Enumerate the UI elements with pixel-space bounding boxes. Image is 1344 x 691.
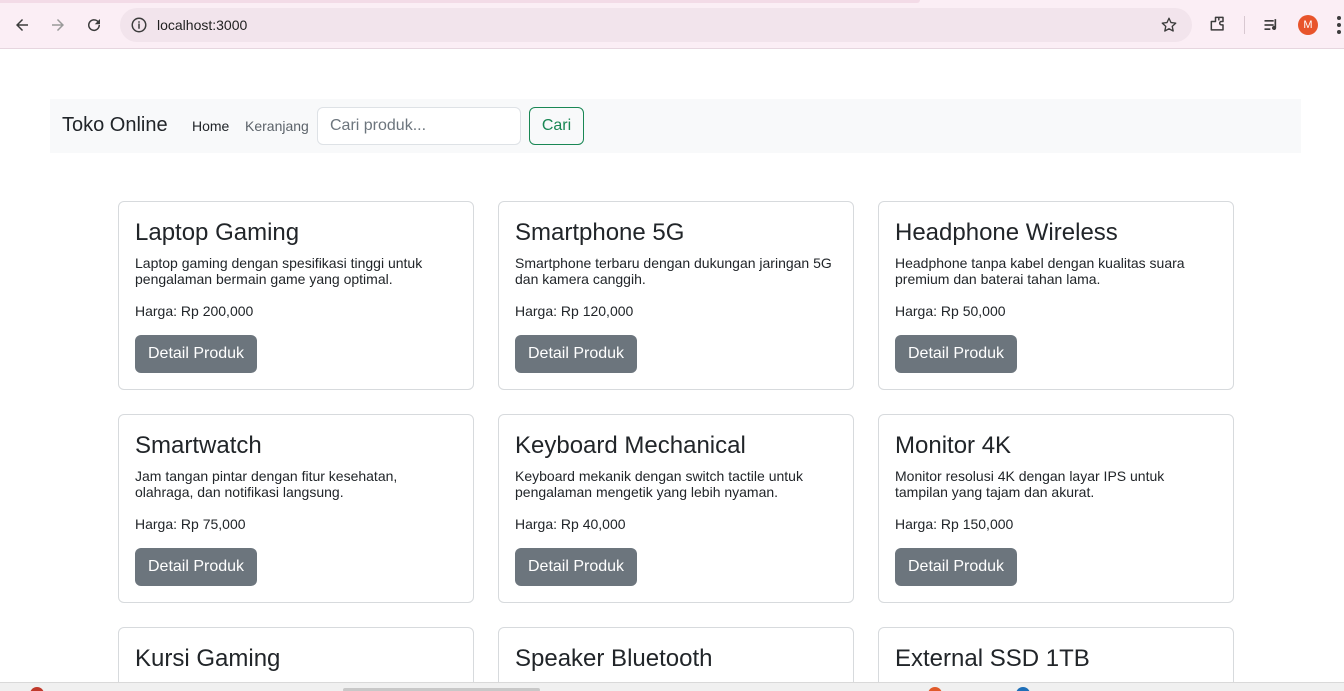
detail-product-button[interactable]: Detail Produk	[135, 548, 258, 586]
reload-icon[interactable]	[81, 12, 107, 38]
nav-link-cart[interactable]: Keranjang	[245, 118, 309, 134]
nav-link-home[interactable]: Home	[192, 118, 229, 134]
search-button[interactable]: Cari	[529, 107, 584, 145]
media-control-icon[interactable]	[1262, 15, 1282, 35]
detail-product-button[interactable]: Detail Produk	[135, 335, 258, 373]
product-card: Smartphone 5G Smartphone terbaru dengan …	[498, 201, 854, 390]
product-price: Harga: Rp 75,000	[135, 516, 246, 532]
detail-product-button[interactable]: Detail Produk	[895, 335, 1018, 373]
url-text[interactable]: localhost:3000	[157, 17, 247, 33]
product-title: Monitor 4K	[895, 432, 1012, 459]
extensions-icon[interactable]	[1208, 14, 1228, 34]
browser-toolbar: localhost:3000 M	[0, 0, 1344, 49]
taskbar-app-icon[interactable]	[30, 687, 44, 691]
brand-logo[interactable]: Toko Online	[62, 114, 168, 137]
product-title: Kursi Gaming	[135, 645, 281, 672]
product-title: Laptop Gaming	[135, 219, 300, 246]
forward-icon[interactable]	[45, 12, 71, 38]
search-input[interactable]	[317, 107, 521, 145]
product-card: Smartwatch Jam tangan pintar dengan fitu…	[118, 414, 474, 603]
detail-product-button[interactable]: Detail Produk	[515, 548, 638, 586]
product-title: Speaker Bluetooth	[515, 645, 713, 672]
product-description: Laptop gaming dengan spesifikasi tinggi …	[135, 255, 423, 287]
detail-product-button[interactable]: Detail Produk	[515, 335, 638, 373]
product-description: Keyboard mekanik dengan switch tactile u…	[515, 468, 803, 500]
product-card: Headphone Wireless Headphone tanpa kabel…	[878, 201, 1234, 390]
site-navbar: Toko Online Home Keranjang Cari	[50, 99, 1301, 153]
product-title: External SSD 1TB	[895, 645, 1090, 672]
detail-product-button[interactable]: Detail Produk	[895, 548, 1018, 586]
product-description: Jam tangan pintar dengan fitur kesehatan…	[135, 468, 398, 500]
tab-strip-edge	[0, 0, 920, 3]
product-card: Laptop Gaming Laptop gaming dengan spesi…	[118, 201, 474, 390]
product-title: Smartphone 5G	[515, 219, 685, 246]
os-taskbar	[0, 682, 1344, 691]
product-description: Headphone tanpa kabel dengan kualitas su…	[895, 255, 1185, 287]
address-bar[interactable]: localhost:3000	[120, 8, 1192, 42]
product-title: Headphone Wireless	[895, 219, 1118, 246]
back-icon[interactable]	[9, 12, 35, 38]
product-description: Smartphone terbaru dengan dukungan jarin…	[515, 255, 832, 287]
product-title: Smartwatch	[135, 432, 262, 459]
bookmark-star-icon[interactable]	[1160, 16, 1178, 34]
product-price: Harga: Rp 40,000	[515, 516, 626, 532]
toolbar-divider	[1244, 16, 1245, 34]
product-price: Harga: Rp 50,000	[895, 303, 1006, 319]
product-description: Monitor resolusi 4K dengan layar IPS unt…	[895, 468, 1165, 500]
product-price: Harga: Rp 120,000	[515, 303, 634, 319]
taskbar-app-icon[interactable]	[928, 687, 942, 691]
product-price: Harga: Rp 200,000	[135, 303, 254, 319]
browser-menu-icon[interactable]	[1334, 14, 1344, 36]
product-card: Keyboard Mechanical Keyboard mekanik den…	[498, 414, 854, 603]
product-card: Monitor 4K Monitor resolusi 4K dengan la…	[878, 414, 1234, 603]
taskbar-app-icon[interactable]	[1016, 687, 1030, 691]
product-title: Keyboard Mechanical	[515, 432, 746, 459]
profile-avatar[interactable]: M	[1298, 15, 1318, 35]
product-price: Harga: Rp 150,000	[895, 516, 1014, 532]
site-info-icon[interactable]	[130, 16, 148, 34]
